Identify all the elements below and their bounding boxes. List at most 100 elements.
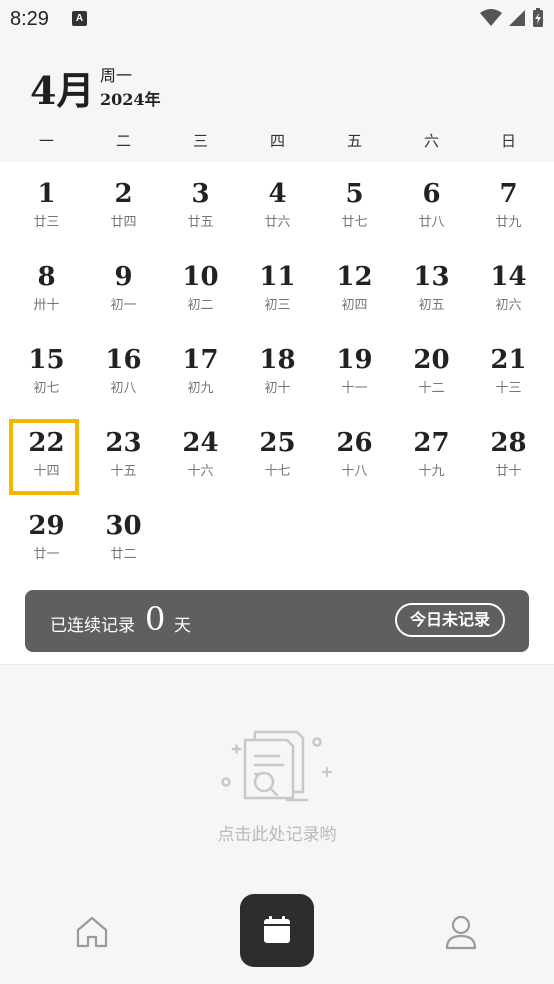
today-record-button[interactable]: 今日未记录	[395, 603, 505, 637]
day-number: 11	[259, 262, 296, 292]
calendar-day[interactable]: 17 初九	[162, 338, 239, 421]
calendar-grid: 1 廿三 2 廿四 3 廿五 4 廿六 5 廿七 6 廿八 7 廿九 8 卅十 9 初一 10 初二 11 初三 12 初四 1…	[8, 172, 548, 587]
calendar-day[interactable]: 3 廿五	[162, 172, 239, 255]
lunar-date: 初二	[187, 298, 214, 313]
day-number: 4	[268, 179, 287, 209]
status-bar: 8:29 A	[0, 0, 554, 38]
calendar-day[interactable]: 19 十一	[316, 338, 393, 421]
day-number: 30	[105, 511, 142, 541]
day-number: 29	[28, 511, 65, 541]
calendar-day[interactable]: 13 初五	[393, 255, 470, 338]
day-number: 14	[490, 262, 527, 292]
lunar-date: 廿五	[187, 215, 214, 230]
lunar-date: 卅十	[33, 298, 60, 313]
calendar-day[interactable]: 18 初十	[239, 338, 316, 421]
lunar-date: 十六	[187, 464, 214, 479]
current-year: 2024年	[100, 90, 161, 109]
lunar-date: 廿八	[418, 215, 445, 230]
day-number: 6	[422, 179, 441, 209]
empty-state[interactable]: 点击此处记录哟	[0, 710, 554, 850]
streak-label: 已连续记录	[50, 616, 135, 636]
calendar-day[interactable]: 6 廿八	[393, 172, 470, 255]
weekday-header-row: 一 二 三 四 五 六 日	[8, 130, 548, 151]
lunar-date: 初五	[418, 298, 445, 313]
lunar-date: 初十	[264, 381, 291, 396]
calendar-day[interactable]: 9 初一	[85, 255, 162, 338]
lunar-date: 廿四	[110, 215, 137, 230]
document-search-icon	[221, 730, 332, 802]
weekday-label: 五	[346, 132, 362, 150]
lunar-date: 初九	[187, 381, 214, 396]
calendar-day[interactable]: 23 十五	[85, 421, 162, 504]
bottom-navigation	[0, 890, 554, 984]
calendar-day[interactable]: 16 初八	[85, 338, 162, 421]
day-number: 24	[182, 428, 219, 458]
calendar-day-today[interactable]: 22 十四	[8, 419, 85, 504]
calendar-day[interactable]: 7 廿九	[470, 172, 547, 255]
weekday-label: 日	[500, 132, 516, 150]
calendar-day[interactable]: 25 十七	[239, 421, 316, 504]
day-number: 15	[28, 345, 65, 375]
day-number: 9	[114, 262, 133, 292]
calendar-day[interactable]: 8 卅十	[8, 255, 85, 338]
battery-icon	[533, 8, 543, 27]
day-number: 19	[336, 345, 373, 375]
status-icons	[480, 8, 544, 28]
calendar-day[interactable]: 21 十三	[470, 338, 547, 421]
weekday-label: 二	[115, 132, 131, 150]
day-number: 13	[413, 262, 450, 292]
lunar-date: 初六	[495, 298, 522, 313]
calendar-day[interactable]: 2 廿四	[85, 172, 162, 255]
lunar-date: 初七	[33, 381, 60, 396]
lunar-date: 十四	[33, 464, 60, 479]
nav-home-button[interactable]	[72, 912, 112, 952]
lunar-date: 十一	[341, 381, 368, 396]
calendar-icon	[264, 916, 290, 943]
lunar-date: 十八	[341, 464, 368, 479]
day-number: 20	[413, 345, 450, 375]
weekday-label: 四	[269, 132, 285, 150]
day-number: 23	[105, 428, 142, 458]
calendar-day[interactable]: 26 十八	[316, 421, 393, 504]
nav-profile-button[interactable]	[441, 912, 481, 952]
day-number: 28	[490, 428, 527, 458]
day-number: 1	[37, 179, 56, 209]
calendar-day[interactable]: 11 初三	[239, 255, 316, 338]
day-number: 21	[490, 345, 527, 375]
calendar-day[interactable]: 27 十九	[393, 421, 470, 504]
streak-unit: 天	[174, 616, 191, 636]
lunar-date: 廿九	[495, 215, 522, 230]
lunar-date: 十七	[264, 464, 291, 479]
current-month[interactable]: 4月	[30, 60, 94, 115]
weekday-label: 一	[38, 132, 54, 150]
day-number: 8	[37, 262, 56, 292]
lunar-date: 初八	[110, 381, 137, 396]
lunar-date: 廿六	[264, 215, 291, 230]
calendar-day[interactable]: 28 廿十	[470, 421, 547, 504]
signal-icon	[509, 10, 525, 26]
calendar-day[interactable]: 20 十二	[393, 338, 470, 421]
nav-calendar-button[interactable]	[240, 894, 314, 967]
calendar-day[interactable]: 12 初四	[316, 255, 393, 338]
calendar-day[interactable]: 30 廿二	[85, 504, 162, 587]
streak-count: 0	[145, 600, 166, 638]
weekday-label: 三	[192, 132, 208, 150]
calendar-day[interactable]: 14 初六	[470, 255, 547, 338]
calendar-card: 1 廿三 2 廿四 3 廿五 4 廿六 5 廿七 6 廿八 7 廿九 8 卅十 9 初一 10 初二 11 初三 12 初四 1…	[0, 162, 554, 665]
day-number: 27	[413, 428, 450, 458]
calendar-day[interactable]: 1 廿三	[8, 172, 85, 255]
lunar-date: 十九	[418, 464, 445, 479]
calendar-day[interactable]: 15 初七	[8, 338, 85, 421]
lunar-date: 廿一	[33, 547, 60, 562]
calendar-day[interactable]: 10 初二	[162, 255, 239, 338]
lunar-date: 十五	[110, 464, 137, 479]
day-number: 25	[259, 428, 296, 458]
calendar-day[interactable]: 4 廿六	[239, 172, 316, 255]
calendar-day[interactable]: 24 十六	[162, 421, 239, 504]
status-time: 8:29	[10, 8, 49, 30]
lunar-date: 初一	[110, 298, 137, 313]
calendar-day[interactable]: 5 廿七	[316, 172, 393, 255]
calendar-day[interactable]: 29 廿一	[8, 504, 85, 587]
current-weekday: 周一	[100, 66, 133, 85]
home-icon	[76, 916, 108, 948]
